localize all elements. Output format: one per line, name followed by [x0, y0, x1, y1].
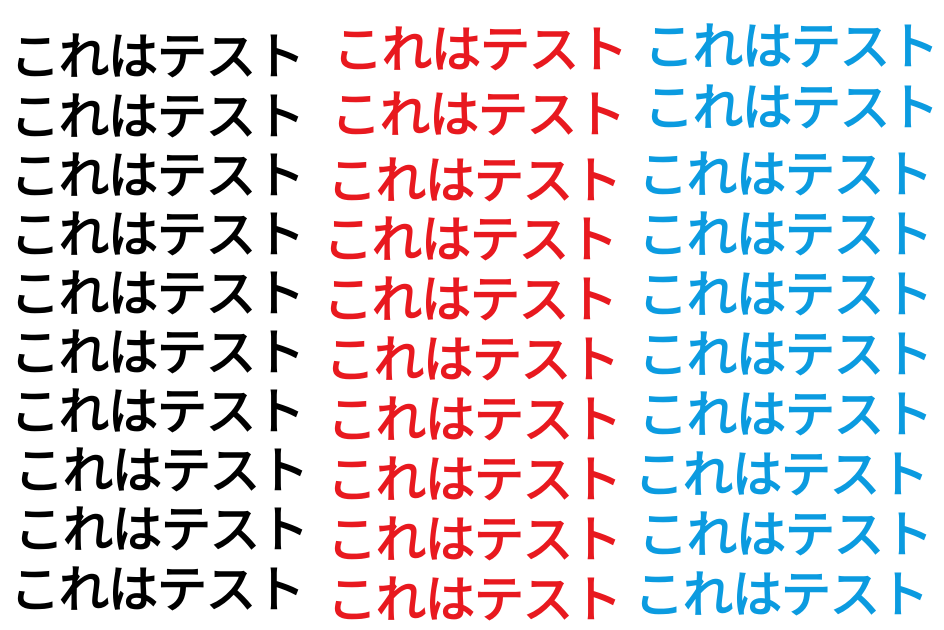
- text-line: これはテスト: [638, 266, 933, 324]
- text-column-blue: これはテスト これはテスト これはテスト これはテスト これはテスト これはテス…: [630, 0, 944, 626]
- text-line: これはテスト: [333, 21, 628, 79]
- text-line: これはテスト: [327, 571, 622, 629]
- text-line: これはテスト: [638, 326, 933, 384]
- text-line: これはテスト: [10, 88, 305, 146]
- text-line: これはテスト: [638, 506, 933, 564]
- text-column-red: これはテスト これはテスト これはテスト これはテスト これはテスト これはテス…: [315, 0, 635, 629]
- text-line: これはテスト: [644, 18, 939, 76]
- text-line: これはテスト: [14, 442, 309, 500]
- text-line: これはテスト: [331, 86, 626, 144]
- text-line: これはテスト: [638, 206, 933, 264]
- text-line: これはテスト: [327, 391, 622, 449]
- text-line: これはテスト: [323, 271, 618, 329]
- text-line: これはテスト: [638, 146, 933, 204]
- text-line: これはテスト: [10, 383, 305, 441]
- text-line: これはテスト: [14, 501, 309, 559]
- text-line: これはテスト: [327, 451, 622, 509]
- text-line: これはテスト: [10, 561, 305, 619]
- text-line: これはテスト: [10, 265, 305, 323]
- text-line: これはテスト: [10, 28, 305, 86]
- text-line: これはテスト: [634, 566, 929, 624]
- text-line: これはテスト: [10, 324, 305, 382]
- text-line: これはテスト: [327, 152, 622, 210]
- text-line: これはテスト: [327, 511, 622, 569]
- text-line: これはテスト: [644, 79, 939, 137]
- text-column-black: これはテスト これはテスト これはテスト これはテスト これはテスト これはテス…: [0, 0, 320, 626]
- text-line: これはテスト: [323, 211, 618, 269]
- text-line: これはテスト: [325, 331, 620, 389]
- text-line: これはテスト: [638, 386, 933, 444]
- text-line: これはテスト: [10, 206, 305, 264]
- text-line: これはテスト: [10, 147, 305, 205]
- text-line: これはテスト: [634, 446, 929, 504]
